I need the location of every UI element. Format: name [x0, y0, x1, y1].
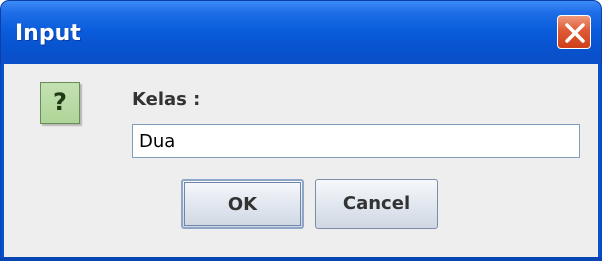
window-border-bottom	[0, 257, 602, 261]
question-icon-glyph: ?	[53, 88, 67, 116]
window-title: Input	[15, 21, 81, 46]
title-bar[interactable]: Input	[0, 0, 602, 64]
close-x-icon	[565, 23, 585, 43]
window-border-right	[598, 64, 602, 261]
question-icon: ?	[40, 82, 80, 124]
cancel-button[interactable]: Cancel	[315, 179, 438, 229]
kelas-input[interactable]	[132, 124, 580, 158]
dialog-content: ? Kelas : OK Cancel	[4, 64, 598, 257]
input-dialog-window: Input ? Kelas : OK Cancel	[0, 0, 602, 261]
prompt-label: Kelas :	[132, 89, 201, 110]
close-button[interactable]	[557, 15, 591, 49]
ok-button[interactable]: OK	[181, 179, 304, 229]
